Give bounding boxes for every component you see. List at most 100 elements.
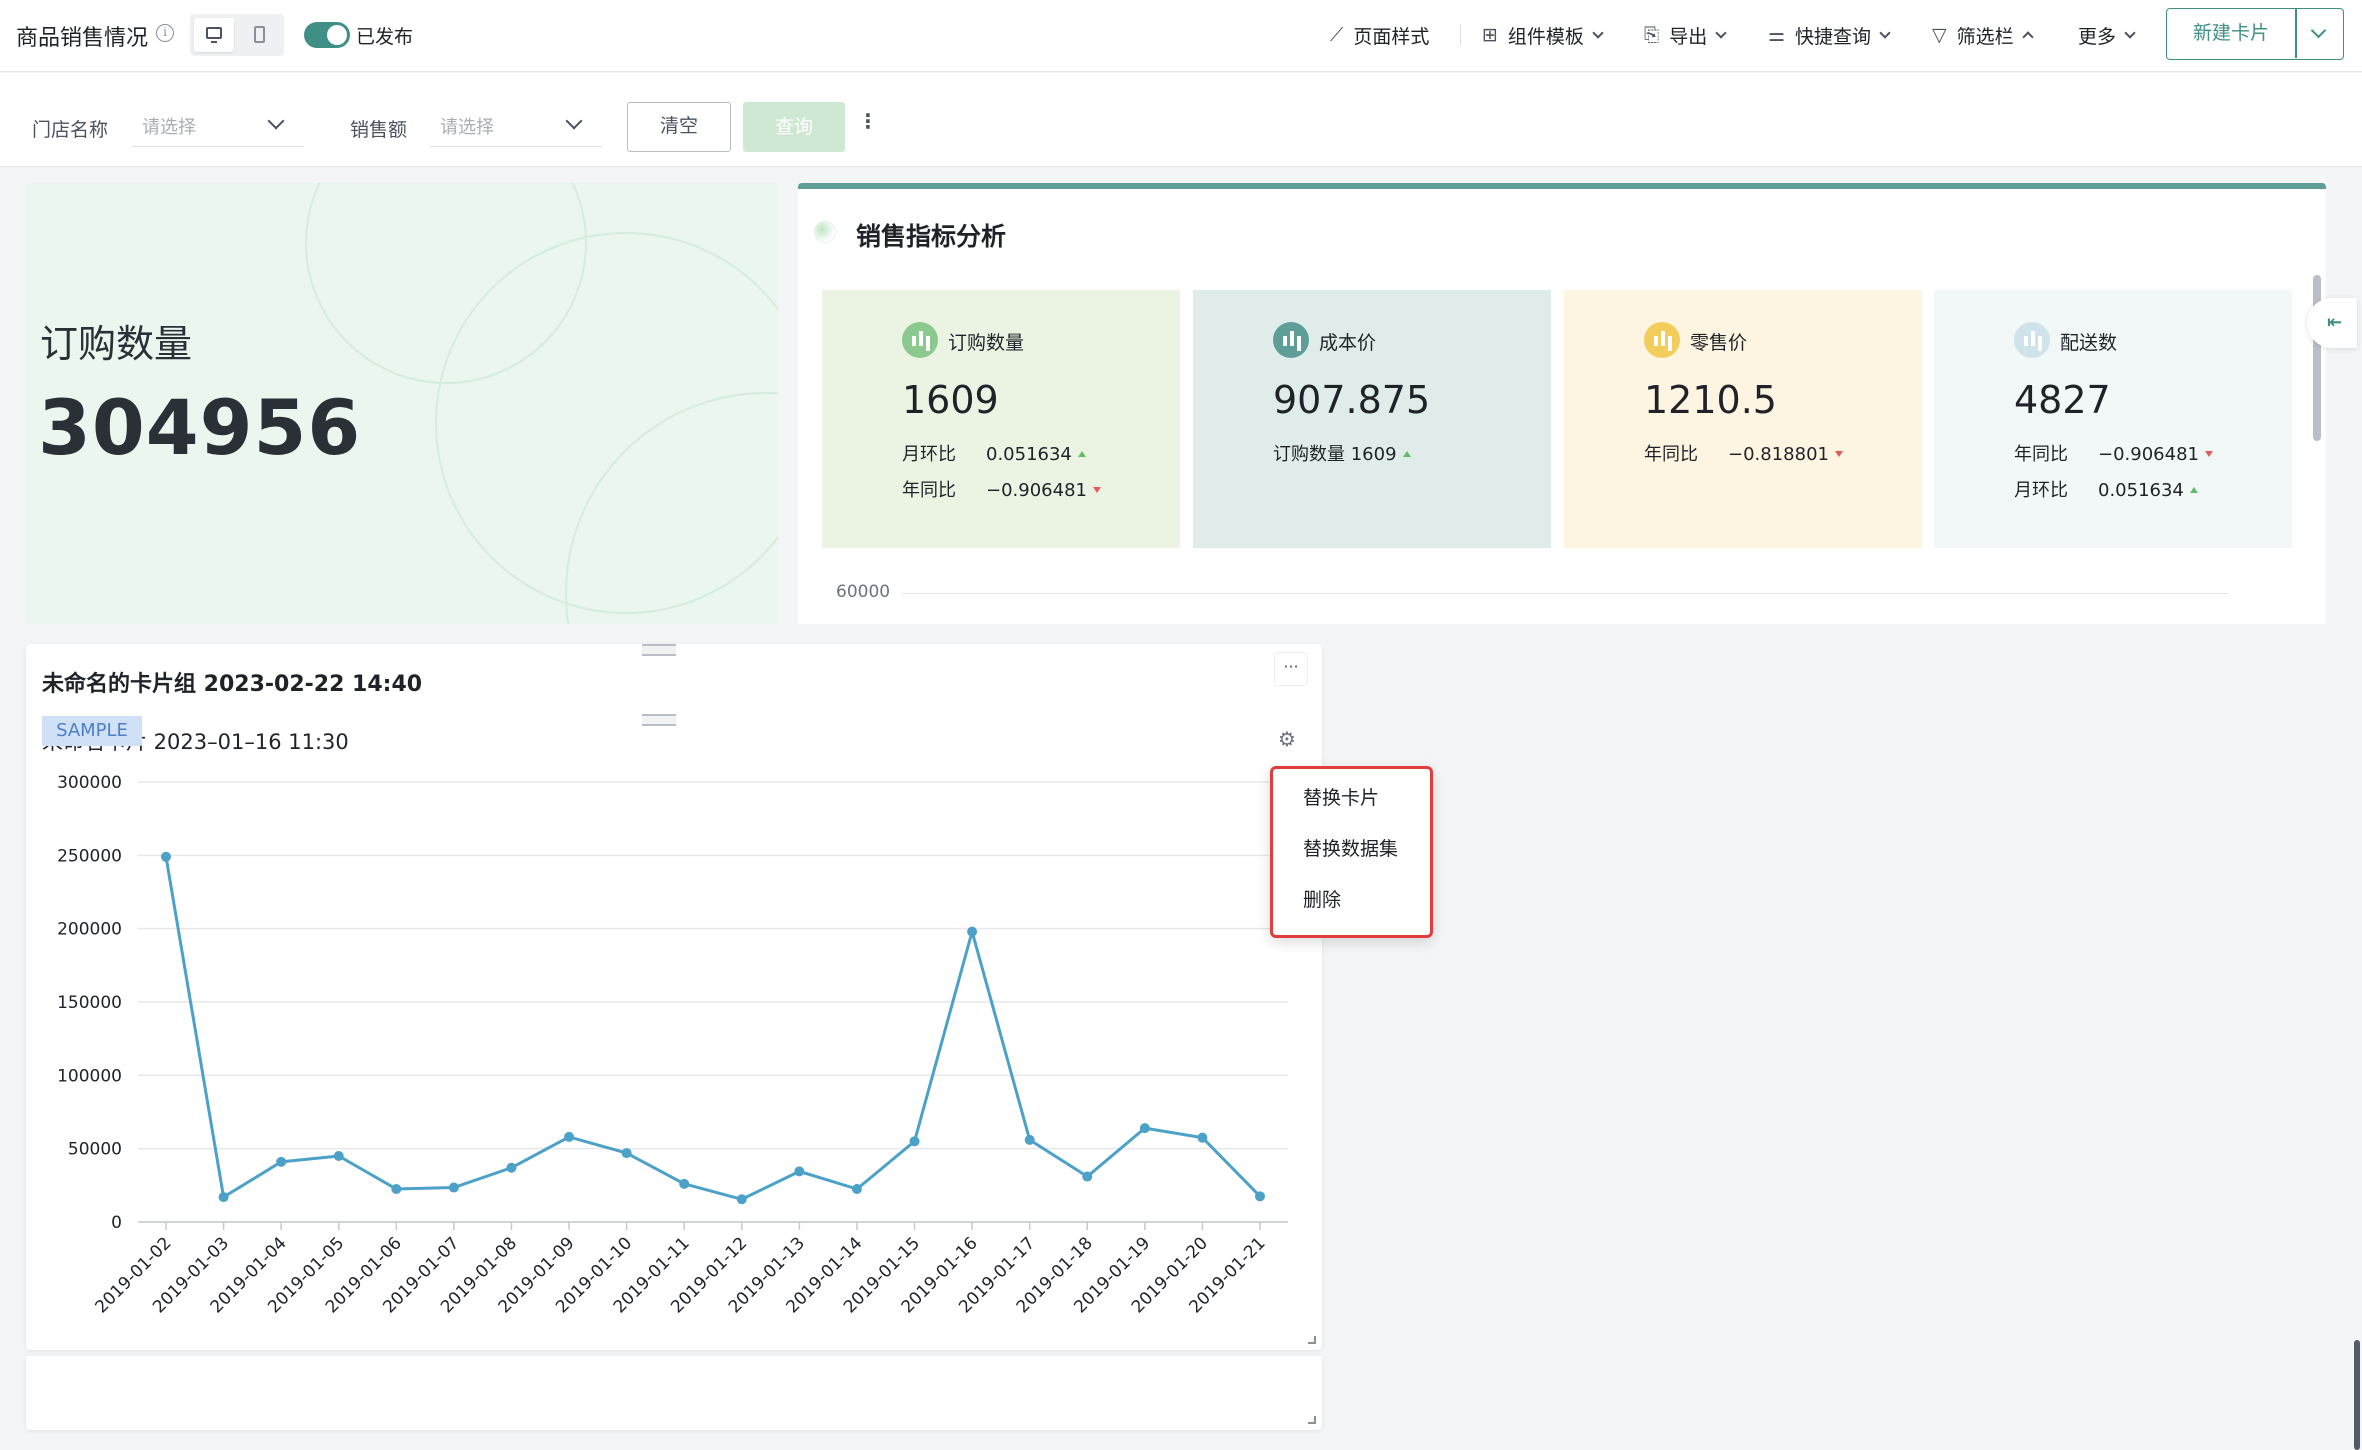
data-point [391,1184,402,1194]
data-point [448,1182,459,1193]
bar-chart-icon [902,322,938,358]
kpi-card[interactable]: 订购数量 304956 [26,183,778,624]
chevron-down-icon [1592,26,1604,39]
quick-query-menu[interactable]: ⚌ 快捷查询 [1768,20,1891,50]
sales-indicator-panel: 销售指标分析 订购数量 1609 月环比 0.051634 年同比 −0.90648… [798,183,2326,624]
filter-icon: ▽ [1932,24,1947,46]
trend-down-icon [1092,487,1101,493]
info-icon[interactable]: i [156,24,174,42]
new-card-button[interactable]: 新建卡片 [2166,8,2344,60]
side-panel-toggle[interactable]: ⇤ [2307,298,2357,348]
metric-card[interactable]: 订购数量 1609 月环比 0.051634 年同比 −0.906481 [822,290,1180,548]
series-line [164,856,1262,1201]
y-tick-label: 300000 [57,773,122,793]
y-tick-label: 250000 [57,846,122,866]
metric-value: 4827 [2014,378,2111,422]
trend-up-icon [1402,451,1411,457]
chevron-down-icon [2124,26,2136,39]
data-point [564,1131,575,1142]
kpi-title: 订购数量 [40,322,193,366]
clear-button[interactable]: 清空 [627,102,731,152]
more-icon[interactable]: ··· [1274,652,1308,686]
component-template-menu[interactable]: ⊞ 组件模板 [1482,20,1604,50]
menu-item-delete[interactable]: 删除 [1303,885,1341,912]
export-icon: ⎘ [1644,24,1660,46]
collapse-icon: ⇤ [2327,312,2343,333]
export-menu[interactable]: ⎘ 导出 [1644,20,1727,50]
data-point [851,1184,862,1194]
menu-item-replace-dataset[interactable]: 替换数据集 [1303,834,1398,861]
data-point [1197,1132,1208,1143]
metric-compare-row: 订购数量 1609 [1273,440,1411,466]
data-point [736,1194,747,1205]
mobile-view-button[interactable] [240,18,280,52]
data-point [909,1136,920,1147]
panel-title: 销售指标分析 [856,222,1007,251]
bar-chart-icon [2014,322,2050,358]
trend-up-icon [1077,451,1086,457]
drag-handle[interactable] [642,644,676,656]
menu-item-replace-card[interactable]: 替换卡片 [1303,783,1379,810]
metric-card[interactable]: 零售价 1210.5 年同比 −0.818801 [1564,290,1922,548]
resize-handle[interactable] [1308,1336,1316,1344]
sample-badge: SAMPLE [42,716,142,746]
filter-bar-menu[interactable]: ▽ 筛选栏 [1932,20,2034,50]
metric-label: 配送数 [2060,332,2118,354]
data-point [218,1192,229,1203]
data-point [967,926,978,937]
trend-down-icon [2204,451,2213,457]
template-icon: ⊞ [1482,24,1498,46]
sales-select[interactable]: 请选择 [430,103,602,147]
trend-up-icon [2189,487,2198,493]
desktop-view-button[interactable] [194,18,234,52]
magic-wand-icon: ⟋ [1330,24,1344,46]
chevron-down-icon [1879,26,1891,39]
page-title: 商品销售情况 [16,26,149,51]
data-point [1139,1123,1150,1134]
metric-compare-row: 年同比 −0.906481 [2014,440,2213,466]
gear-icon[interactable]: ⚙ [1276,728,1298,750]
kpi-value: 304956 [38,383,362,472]
sliders-icon: ⚌ [1768,24,1786,46]
page-scrollbar[interactable] [2354,1340,2360,1450]
publish-toggle[interactable] [304,22,350,48]
desktop-icon [206,27,222,43]
metric-card[interactable]: 配送数 4827 年同比 −0.906481 月环比 0.051634 [1934,290,2292,548]
publish-label: 已发布 [356,26,414,48]
card-group: 未命名的卡片组 2023-02-22 14:40 ··· 未命名卡片 2023–… [26,644,1322,1350]
device-switch [190,14,284,56]
chevron-down-icon [1715,26,1727,39]
metric-compare-row: 月环比 0.051634 [902,440,1086,466]
more-menu[interactable]: 更多 [2078,20,2136,50]
metric-compare-row: 年同比 −0.818801 [1644,440,1843,466]
data-point [1255,1191,1265,1202]
metric-card[interactable]: 成本价 907.875 订购数量 1609 [1193,290,1551,548]
store-select[interactable]: 请选择 [132,103,304,147]
query-button[interactable]: 查询 [743,102,845,152]
card-group-title: 未命名的卡片组 2023-02-22 14:40 [42,672,423,697]
mobile-icon [254,26,265,43]
bar-chart-icon [1644,322,1680,358]
chevron-down-icon[interactable] [2310,22,2327,39]
chevron-up-icon [2021,31,2034,43]
metric-compare-row: 月环比 0.051634 [2014,476,2198,502]
resize-handle[interactable] [1308,1416,1316,1424]
metric-label: 成本价 [1319,332,1377,354]
y-tick-label: 50000 [68,1140,122,1160]
page-style-button[interactable]: ⟋ 页面样式 [1330,20,1429,50]
data-point [1082,1171,1093,1182]
chevron-down-icon [267,112,285,130]
axis-tick-label: 60000 [836,582,891,602]
line-chart: 0500001000001500002000002500003000002019… [57,773,1288,1317]
metric-label: 订购数量 [948,332,1025,354]
metric-value: 1609 [902,378,999,422]
data-point [794,1166,805,1177]
data-point [333,1151,344,1161]
drag-handle[interactable] [642,714,676,726]
more-vertical-icon[interactable]: ⋮ [858,109,878,133]
data-point [679,1178,690,1189]
sales-filter-label: 销售额 [350,119,408,141]
data-point [1024,1134,1035,1145]
data-point [506,1162,517,1173]
top-toolbar: 商品销售情况 i 已发布 ⟋ 页面样式 ⊞ 组件模板 ⎘ 导出 ⚌ 快捷查询 ▽… [0,0,2362,72]
